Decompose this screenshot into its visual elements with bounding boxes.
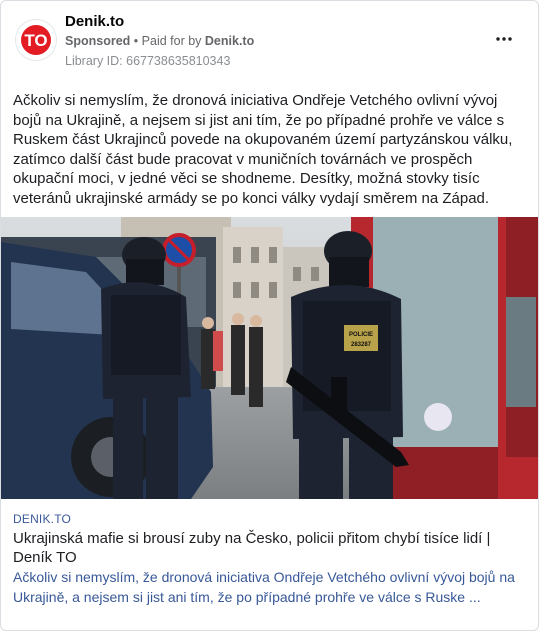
page-name-link[interactable]: Denik.to xyxy=(65,13,124,30)
denik-to-logo-icon: TO xyxy=(21,25,51,55)
ad-photo[interactable]: POLICIE 283287 xyxy=(1,217,538,499)
post-text: Ačkoliv si nemyslím, že dronová iniciati… xyxy=(13,92,513,207)
police-officers-photo: POLICIE 283287 xyxy=(1,217,538,499)
library-id: Library ID: 667738635810343 xyxy=(65,54,231,68)
sponsored-line: Sponsored • Paid for by Denik.to xyxy=(65,34,254,48)
link-domain: DENIK.TO xyxy=(13,512,72,526)
link-description: Ačkoliv si nemyslím, že dronová iniciati… xyxy=(13,569,515,605)
meta-separator: • xyxy=(133,34,139,48)
link-preview[interactable]: DENIK.TO Ukrajinská mafie si brousí zuby… xyxy=(1,499,538,630)
avatar-logo-text: TO xyxy=(24,31,47,50)
more-dots-icon xyxy=(496,37,512,41)
sponsored-label: Sponsored xyxy=(65,34,131,48)
link-title[interactable]: Ukrajinská mafie si brousí zuby na Česko… xyxy=(13,529,531,567)
paid-for-name[interactable]: Denik.to xyxy=(205,34,254,48)
paid-for-prefix: Paid for by xyxy=(141,34,202,48)
ad-card: TO Denik.to Sponsored • Paid for by Deni… xyxy=(0,0,539,631)
police-badge-number: 283287 xyxy=(351,342,372,348)
page-avatar[interactable]: TO xyxy=(15,19,57,61)
police-badge-label: POLICIE xyxy=(349,332,373,338)
ad-header: TO Denik.to Sponsored • Paid for by Deni… xyxy=(15,13,524,73)
more-options-button[interactable] xyxy=(492,31,516,47)
